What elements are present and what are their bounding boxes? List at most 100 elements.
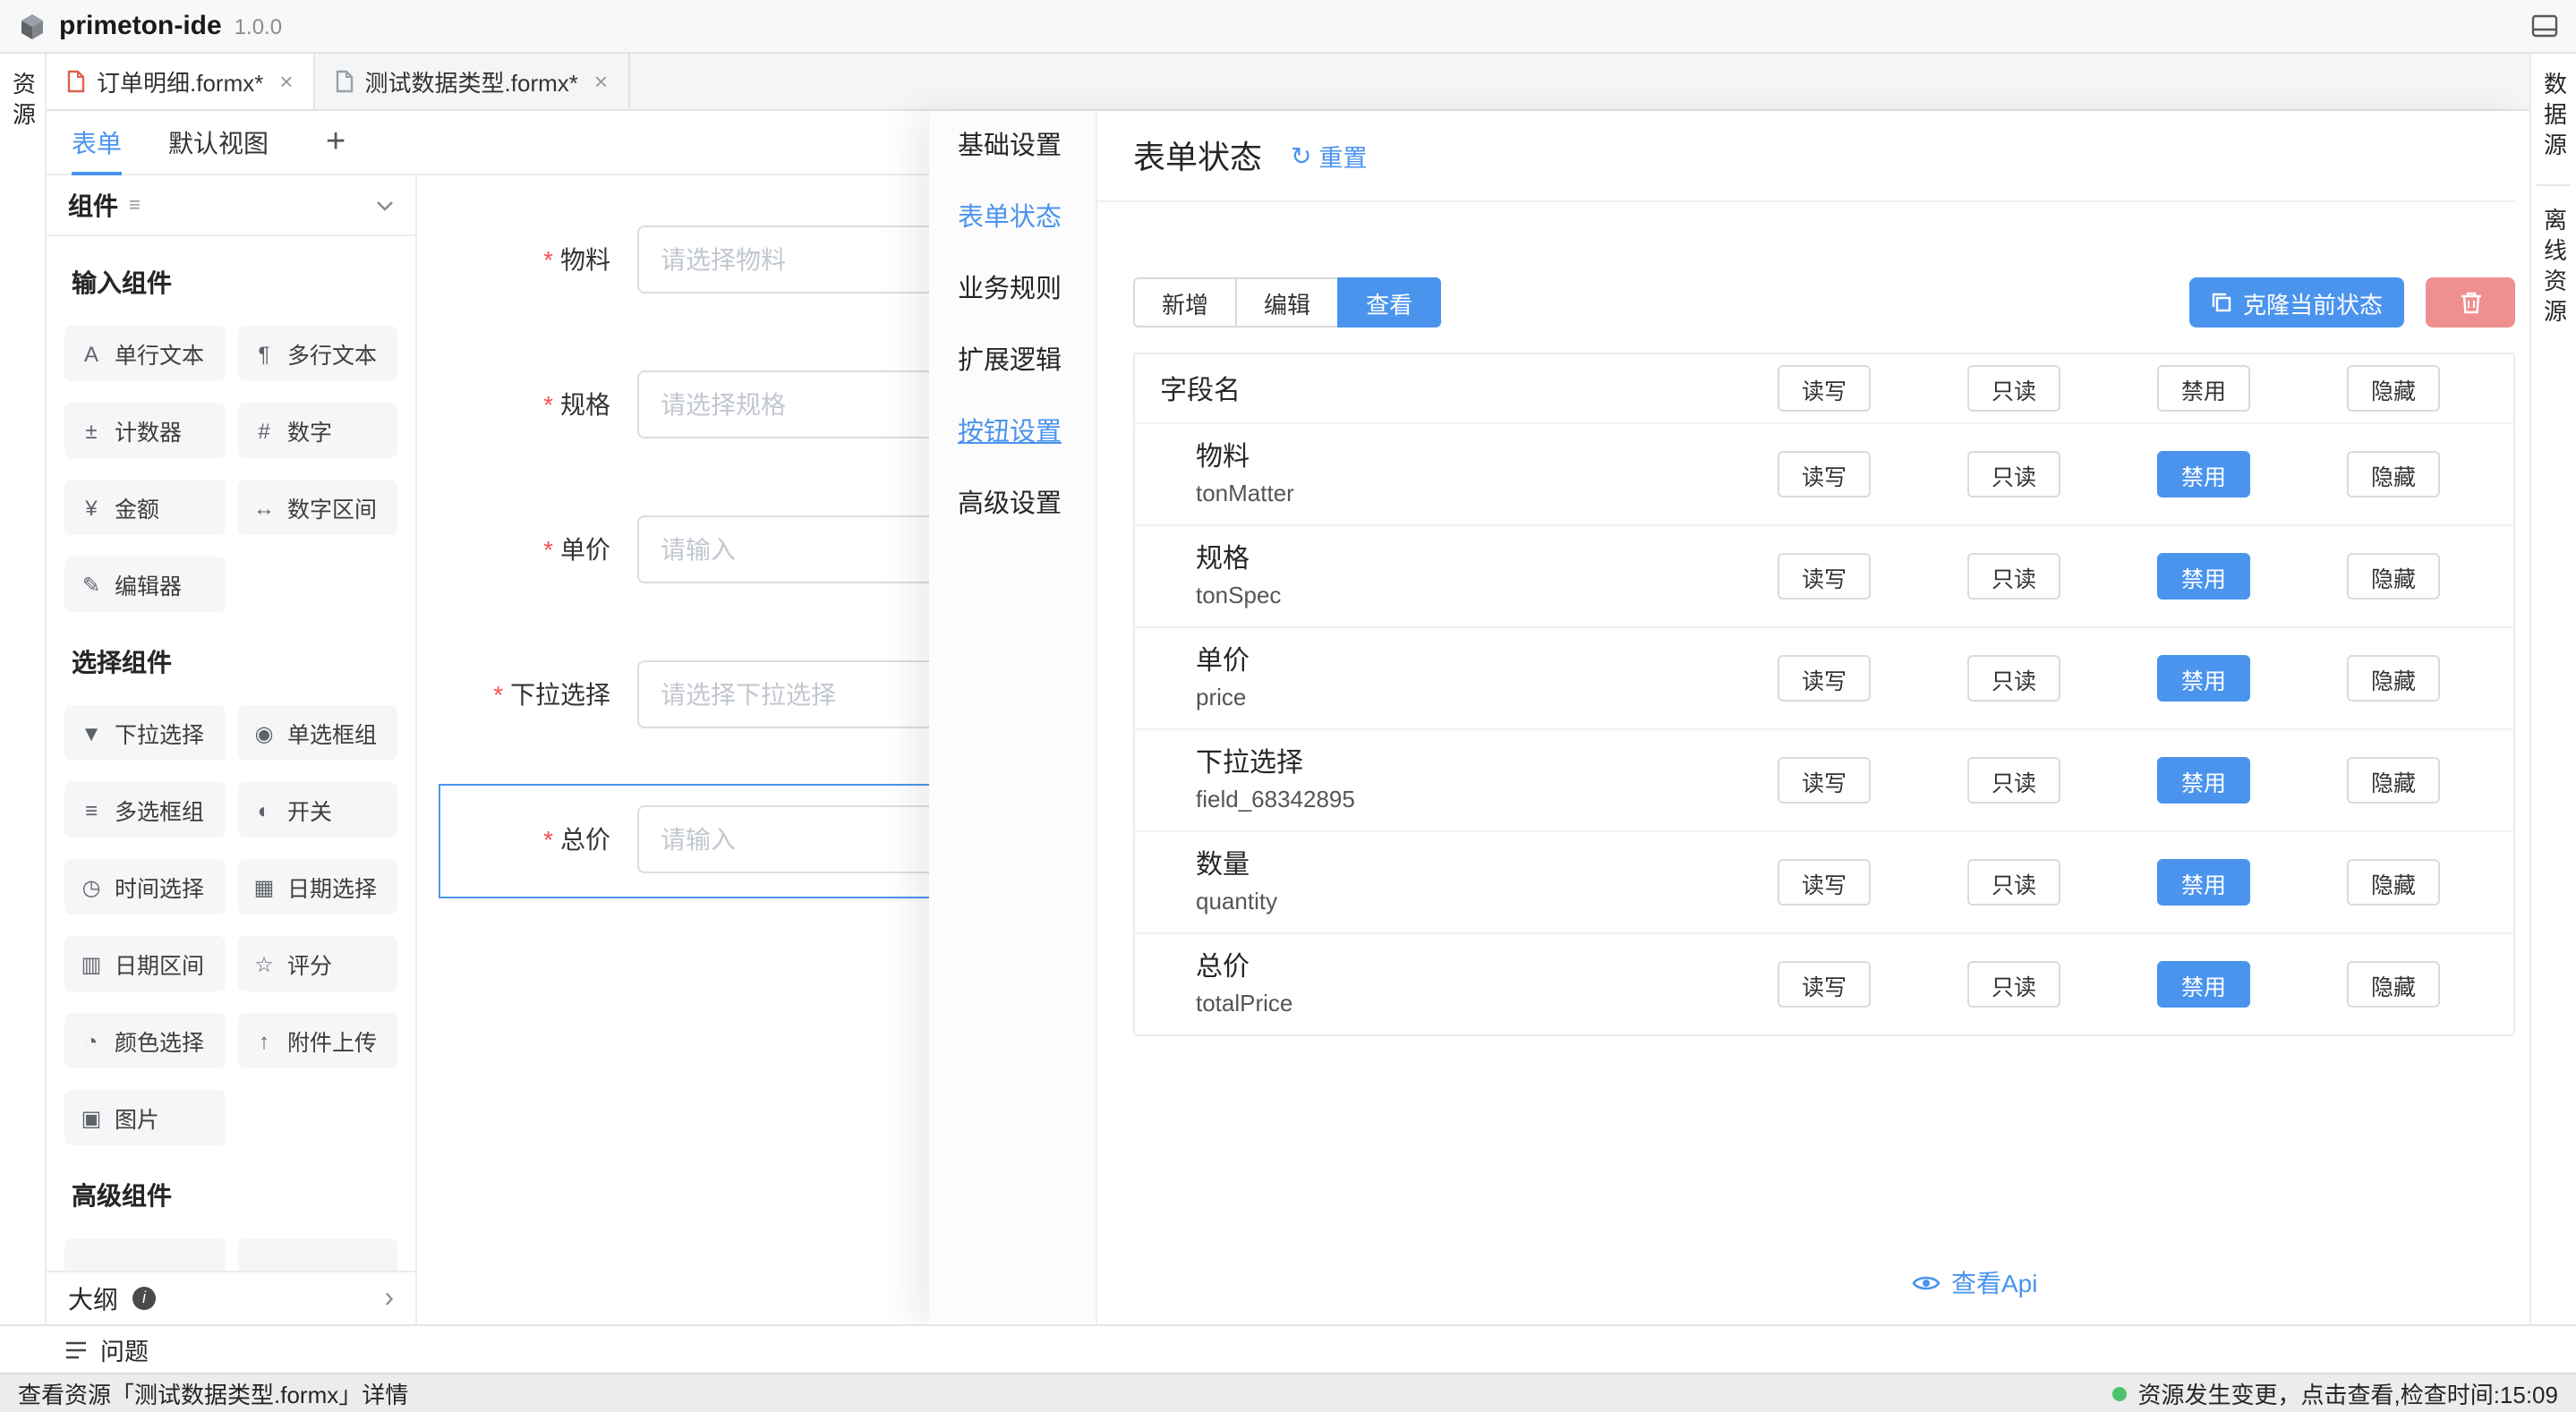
settings-menu-item[interactable]: 基础设置 (929, 111, 1096, 183)
state-readonly-button[interactable]: 只读 (1967, 757, 2060, 804)
outline-toggle[interactable]: 大纲 i › (47, 1271, 415, 1324)
tab-close-button[interactable]: × (279, 68, 293, 95)
view-tab[interactable]: 表单 (72, 110, 122, 174)
component-button[interactable]: ¶ 多行文本 (237, 326, 397, 381)
component-button[interactable]: ◷ 时间选择 (64, 859, 225, 914)
component-label: 下拉选择 (115, 716, 204, 750)
header-hidden-button[interactable]: 隐藏 (2347, 365, 2440, 412)
state-readwrite-button[interactable]: 读写 (1778, 451, 1871, 498)
state-disabled-button[interactable]: 禁用 (2157, 757, 2250, 804)
delete-state-button[interactable] (2426, 277, 2515, 327)
component-button[interactable]: ≡ 多选框组 (64, 782, 225, 838)
clone-label: 克隆当前状态 (2243, 285, 2383, 319)
component-button[interactable]: # 数字 (237, 403, 397, 458)
state-readwrite-button[interactable]: 读写 (1778, 757, 1871, 804)
section-title: 选择组件 (72, 644, 397, 680)
state-hidden-button[interactable]: 隐藏 (2347, 655, 2440, 702)
reset-button[interactable]: ↻ 重置 (1291, 138, 1367, 174)
component-button[interactable]: ✎ 编辑器 (64, 557, 225, 612)
state-disabled-button[interactable]: 禁用 (2157, 655, 2250, 702)
field-name: 规格 (1196, 542, 1729, 576)
component-button-partial[interactable] (237, 1238, 397, 1271)
app-version: 1.0.0 (235, 13, 282, 38)
field-name: 总价 (1196, 950, 1729, 984)
table-row: 总价 totalPrice 读写 只读 禁用 隐藏 (1135, 932, 2513, 1034)
state-disabled-button[interactable]: 禁用 (2157, 859, 2250, 906)
component-grid: ▼ 下拉选择 ◉ 单选框组 ≡ 多选框组 (64, 705, 397, 1145)
component-button[interactable]: ▼ 下拉选择 (64, 705, 225, 761)
status-right[interactable]: 资源发生变更，点击查看,检查时间:15:09 (2112, 1376, 2558, 1410)
state-readonly-button[interactable]: 只读 (1967, 655, 2060, 702)
state-readwrite-button[interactable]: 读写 (1778, 859, 1871, 906)
header-readonly-button[interactable]: 只读 (1967, 365, 2060, 412)
field-label: *总价 (417, 805, 637, 873)
mode-tab[interactable]: 新增 (1133, 277, 1237, 327)
required-asterisk: * (543, 825, 553, 854)
component-icon: ± (79, 418, 104, 443)
component-button-partial[interactable] (64, 1238, 225, 1271)
component-button[interactable]: ± 计数器 (64, 403, 225, 458)
reset-label: 重置 (1318, 138, 1367, 174)
state-hidden-button[interactable]: 隐藏 (2347, 859, 2440, 906)
component-button[interactable]: ↔ 数字区间 (237, 480, 397, 535)
datasource-vertical-tab[interactable]: 数据源 (2537, 72, 2571, 186)
state-hidden-button[interactable]: 隐藏 (2347, 961, 2440, 1008)
state-readonly-button[interactable]: 只读 (1967, 961, 2060, 1008)
component-button[interactable]: ▦ 日期选择 (237, 859, 397, 914)
header-readwrite-button[interactable]: 读写 (1778, 365, 1871, 412)
settings-menu-item[interactable]: 业务规则 (929, 254, 1096, 326)
component-grid (64, 1238, 397, 1271)
component-icon: A (79, 341, 104, 366)
chevron-right-icon[interactable]: › (384, 1284, 394, 1313)
state-hidden-button[interactable]: 隐藏 (2347, 451, 2440, 498)
field-code: totalPrice (1196, 988, 1729, 1018)
clone-state-button[interactable]: 克隆当前状态 (2189, 277, 2404, 327)
component-button[interactable]: ▥ 日期区间 (64, 936, 225, 991)
state-disabled-button[interactable]: 禁用 (2157, 451, 2250, 498)
add-view-button[interactable]: + (326, 112, 345, 173)
mode-tab[interactable]: 查看 (1337, 277, 1441, 327)
component-button[interactable]: ◐ 开关 (237, 782, 397, 838)
component-grid: A 单行文本 ¶ 多行文本 ± 计数器 (64, 326, 397, 612)
problems-bar[interactable]: 问题 (0, 1324, 2576, 1373)
component-button[interactable]: ☆ 评分 (237, 936, 397, 991)
component-button[interactable]: ◔ 颜色选择 (64, 1013, 225, 1068)
tab-close-button[interactable]: × (594, 68, 608, 95)
component-icon: ▥ (79, 951, 104, 976)
component-button[interactable]: A 单行文本 (64, 326, 225, 381)
offline-resources-vertical-tab[interactable]: 离线资源 (2537, 208, 2571, 329)
settings-menu-item[interactable]: 扩展逻辑 (929, 326, 1096, 397)
component-button[interactable]: ◉ 单选框组 (237, 705, 397, 761)
resources-vertical-tab[interactable]: 资源 (5, 72, 39, 1324)
settings-menu-item[interactable]: 按钮设置 (929, 397, 1096, 469)
component-icon: ↑ (252, 1028, 277, 1053)
settings-menu-item[interactable]: 表单状态 (929, 183, 1096, 254)
state-disabled-button[interactable]: 禁用 (2157, 961, 2250, 1008)
state-disabled-button[interactable]: 禁用 (2157, 553, 2250, 600)
state-hidden-button[interactable]: 隐藏 (2347, 553, 2440, 600)
panel-toggle-icon[interactable] (2531, 14, 2558, 38)
field-code: quantity (1196, 886, 1729, 916)
state-readwrite-button[interactable]: 读写 (1778, 553, 1871, 600)
state-hidden-button[interactable]: 隐藏 (2347, 757, 2440, 804)
component-button[interactable]: ¥ 金额 (64, 480, 225, 535)
component-button[interactable]: ↑ 附件上传 (237, 1013, 397, 1068)
chevron-down-icon[interactable] (376, 200, 394, 210)
mode-tab[interactable]: 编辑 (1235, 277, 1339, 327)
trash-icon (2459, 290, 2482, 315)
state-readonly-button[interactable]: 只读 (1967, 451, 2060, 498)
field-label: *规格 (417, 370, 637, 438)
component-label: 编辑器 (115, 567, 182, 601)
view-tab[interactable]: 默认视图 (168, 110, 269, 174)
file-tab[interactable]: 订单明细.formx* × (47, 54, 315, 109)
component-button[interactable]: ▣ 图片 (64, 1090, 225, 1145)
component-label: 计数器 (115, 413, 182, 447)
state-readwrite-button[interactable]: 读写 (1778, 961, 1871, 1008)
state-readonly-button[interactable]: 只读 (1967, 859, 2060, 906)
state-readwrite-button[interactable]: 读写 (1778, 655, 1871, 702)
state-readonly-button[interactable]: 只读 (1967, 553, 2060, 600)
file-tab[interactable]: 测试数据类型.formx* × (315, 54, 630, 109)
header-disabled-button[interactable]: 禁用 (2157, 365, 2250, 412)
view-api-link[interactable]: 查看Api (1912, 1265, 2037, 1301)
settings-menu-item[interactable]: 高级设置 (929, 469, 1096, 540)
